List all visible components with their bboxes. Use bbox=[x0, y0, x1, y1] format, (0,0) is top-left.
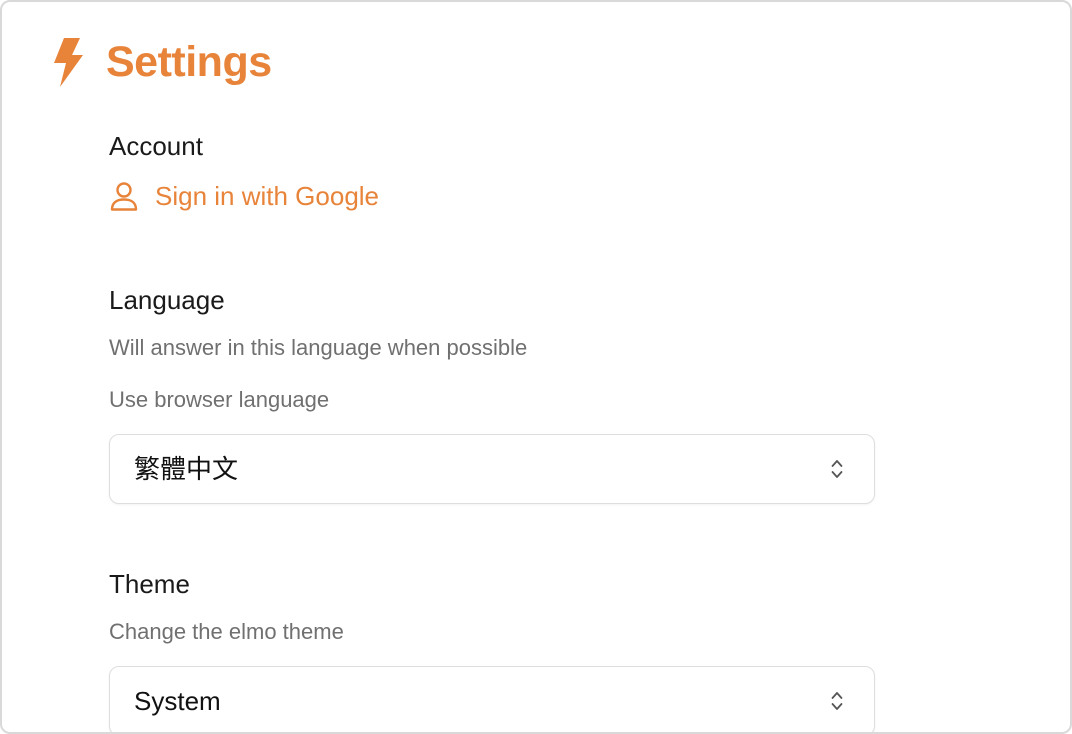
user-icon bbox=[110, 182, 138, 211]
settings-panel: Settings Account Sign in with Google Lan… bbox=[0, 0, 1072, 734]
language-select-value: 繁體中文 bbox=[134, 454, 239, 484]
chevron-up-down-icon bbox=[831, 692, 843, 710]
language-select[interactable]: 繁體中文 bbox=[109, 434, 875, 504]
sign-in-with-google-button[interactable]: Sign in with Google bbox=[109, 178, 379, 214]
theme-select[interactable]: System bbox=[109, 666, 875, 732]
account-section-title: Account bbox=[109, 131, 203, 161]
lightning-bolt-icon bbox=[54, 38, 83, 87]
theme-description: Change the elmo theme bbox=[109, 619, 344, 644]
language-section-title: Language bbox=[109, 285, 225, 315]
sign-in-label: Sign in with Google bbox=[155, 181, 380, 211]
theme-select-value: System bbox=[134, 686, 221, 716]
page-title: Settings bbox=[106, 38, 272, 86]
theme-section-title: Theme bbox=[109, 569, 190, 599]
settings-header: Settings bbox=[50, 32, 272, 92]
language-description: Will answer in this language when possib… bbox=[109, 335, 528, 360]
use-browser-language-option[interactable]: Use browser language bbox=[109, 386, 329, 414]
chevron-up-down-icon bbox=[831, 460, 843, 478]
